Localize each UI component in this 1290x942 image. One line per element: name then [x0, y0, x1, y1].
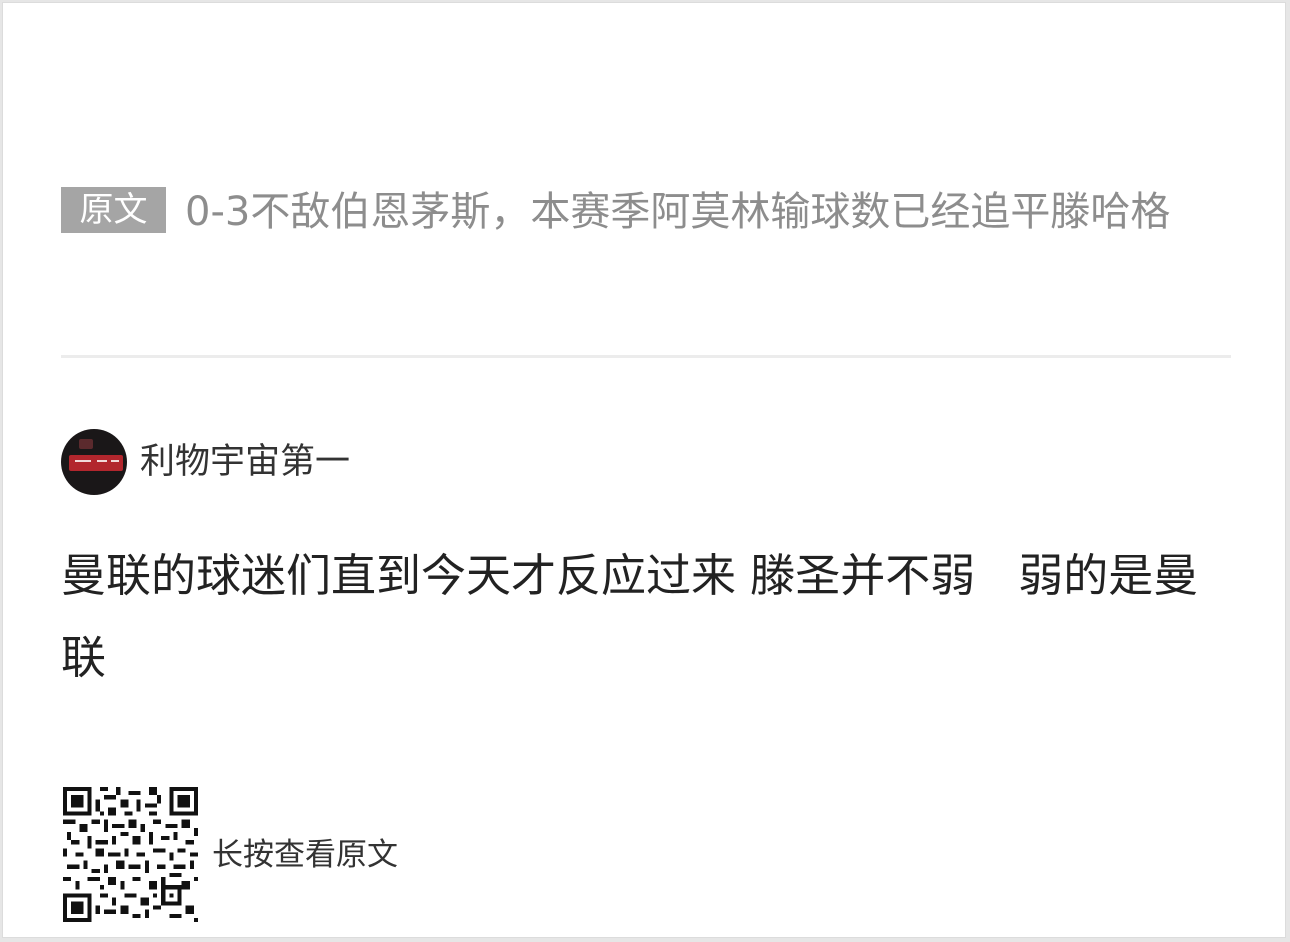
qr-code-icon[interactable] [63, 787, 198, 922]
qr-section[interactable]: 长按查看原文 [63, 787, 398, 922]
author-name[interactable]: 利物宇宙第一 [140, 429, 350, 495]
source-article[interactable]: 原文 0-3不敌伯恩茅斯，本赛季阿莫林输球数已经追平滕哈格 [61, 183, 1236, 241]
author-row[interactable]: 利物宇宙第一 [61, 429, 350, 495]
share-card: 原文 0-3不敌伯恩茅斯，本赛季阿莫林输球数已经追平滕哈格 利物宇宙第一 曼联的… [2, 2, 1286, 938]
qr-label: 长按查看原文 [212, 836, 398, 873]
source-title[interactable]: 0-3不敌伯恩茅斯，本赛季阿莫林输球数已经追平滕哈格 [185, 183, 1236, 241]
avatar-glow [79, 439, 93, 449]
avatar[interactable] [61, 429, 127, 495]
avatar-scoreboard [69, 455, 123, 471]
divider [61, 355, 1231, 358]
comment-text: 曼联的球迷们直到今天才反应过来 滕圣并不弱 弱的是曼联 [61, 549, 1199, 684]
source-badge: 原文 [61, 187, 166, 233]
